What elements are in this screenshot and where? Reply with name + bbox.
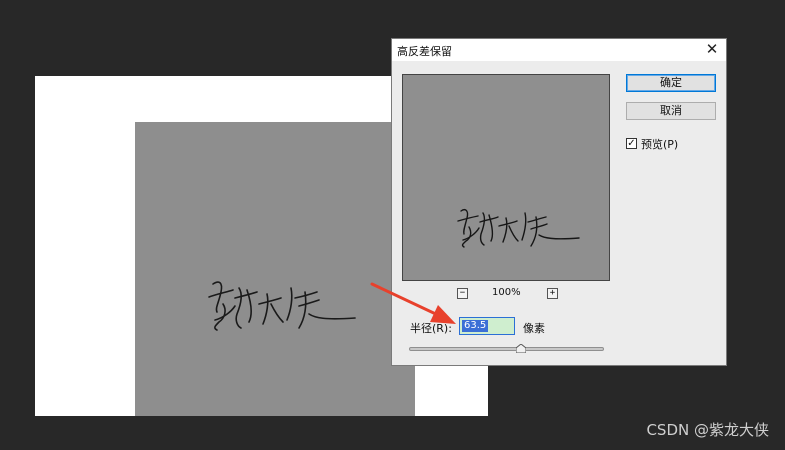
annotation-arrow-icon (370, 282, 456, 324)
watermark: CSDN @紫龙大侠 (646, 421, 769, 439)
